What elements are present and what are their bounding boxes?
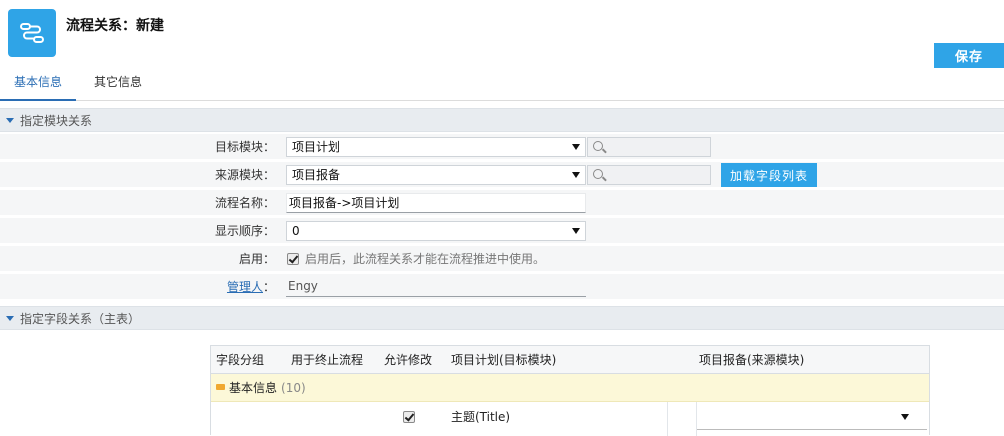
collapse-triangle-icon	[6, 117, 14, 123]
manager-label: 管理人：	[227, 274, 275, 300]
display-order-select[interactable]: 0	[286, 221, 586, 241]
enabled-hint: 启用后，此流程关系才能在流程推进中使用。	[305, 252, 546, 266]
source-module-select[interactable]: 项目报备	[286, 165, 586, 185]
group-name: 基本信息	[229, 381, 278, 395]
section-module-title: 指定模块关系	[20, 113, 93, 128]
allow-edit-checkbox[interactable]	[403, 411, 415, 423]
target-module-select[interactable]: 项目计划	[286, 137, 586, 157]
page-title: 流程关系：新建	[66, 18, 164, 34]
target-module-label: 目标模块：	[214, 140, 275, 154]
source-module-row: 来源模块： 项目报备 加载字段列表	[0, 162, 1004, 188]
source-module-value: 项目报备	[292, 168, 341, 182]
search-icon	[593, 141, 603, 151]
search-icon	[593, 169, 603, 179]
collapse-triangle-icon	[6, 315, 14, 321]
target-module-value: 项目计划	[292, 140, 341, 154]
group-count: (10)	[281, 381, 306, 395]
section-fields-title: 指定字段关系（主表）	[20, 311, 141, 326]
field-mapping-table: 字段分组 用于终止流程 允许修改 项目计划(目标模块) 项目报备(来源模块) 基…	[210, 345, 930, 436]
column-header: 项目计划(目标模块)	[451, 353, 557, 367]
flow-name-input[interactable]: 项目报备->项目计划	[286, 193, 586, 213]
group-row[interactable]: 基本信息 (10)	[211, 374, 929, 402]
table-row: 主题(Title)	[211, 402, 929, 436]
manager-row: 管理人： Engy	[0, 274, 1004, 300]
dropdown-caret-icon	[572, 144, 580, 150]
manager-label-suffix: ：	[262, 280, 275, 294]
column-header: 允许修改	[384, 353, 433, 367]
display-order-label: 显示顺序：	[214, 224, 275, 238]
enabled-row: 启用： 启用后，此流程关系才能在流程推进中使用。	[0, 246, 1004, 272]
column-header: 字段分组	[216, 353, 265, 367]
source-module-search[interactable]	[587, 165, 711, 185]
tab-other-info[interactable]: 其它信息	[80, 68, 156, 101]
flow-name-row: 流程名称： 项目报备->项目计划	[0, 190, 1004, 216]
dropdown-caret-icon	[901, 414, 909, 420]
group-label: 基本信息 (10)	[229, 374, 306, 402]
display-order-value: 0	[292, 224, 300, 238]
dropdown-caret-icon	[572, 228, 580, 234]
tab-bar: 基本信息 其它信息	[0, 68, 1004, 101]
manager-input[interactable]: Engy	[286, 277, 586, 297]
column-divider	[667, 402, 668, 436]
enabled-checkbox[interactable]	[287, 253, 299, 265]
section-fields-header[interactable]: 指定字段关系（主表）	[0, 306, 1004, 330]
enabled-label: 启用：	[238, 252, 275, 266]
column-header: 用于终止流程	[291, 353, 364, 367]
flow-name-label: 流程名称：	[214, 196, 275, 210]
manager-link[interactable]: 管理人	[227, 280, 263, 294]
load-field-list-button[interactable]: 加载字段列表	[721, 163, 817, 187]
workflow-icon	[8, 9, 56, 57]
target-module-row: 目标模块： 项目计划	[0, 134, 1004, 160]
section-module-header[interactable]: 指定模块关系	[0, 108, 1004, 132]
target-field: 主题(Title)	[451, 410, 511, 424]
target-module-search[interactable]	[587, 137, 711, 157]
column-header: 项目报备(来源模块)	[699, 353, 805, 367]
display-order-row: 显示顺序： 0	[0, 218, 1004, 244]
save-button[interactable]: 保存	[934, 43, 1004, 68]
tab-basic-info[interactable]: 基本信息	[0, 68, 76, 101]
source-field-select[interactable]	[697, 404, 927, 430]
edit-pencil-icon	[216, 384, 225, 390]
table-header: 字段分组 用于终止流程 允许修改 项目计划(目标模块) 项目报备(来源模块)	[211, 346, 929, 374]
dropdown-caret-icon	[572, 172, 580, 178]
source-module-label: 来源模块：	[214, 168, 275, 182]
